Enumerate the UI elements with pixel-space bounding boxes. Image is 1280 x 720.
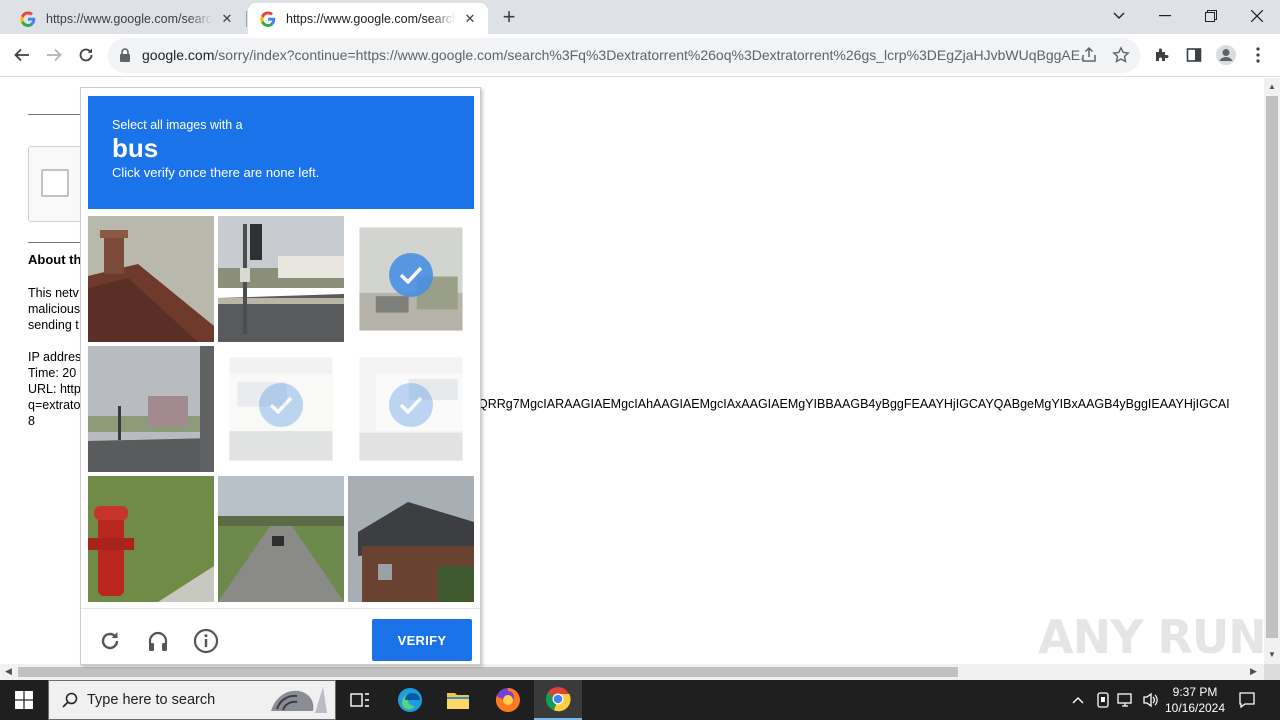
reload-icon[interactable] bbox=[72, 41, 100, 69]
show-hidden-icons-chevron-icon[interactable] bbox=[1066, 680, 1090, 720]
image-grid bbox=[88, 216, 474, 602]
checkmark-icon bbox=[259, 383, 303, 427]
image-tile-bus-1[interactable] bbox=[348, 216, 474, 342]
info-line: IP addres bbox=[28, 350, 82, 364]
help-info-icon[interactable] bbox=[192, 627, 220, 655]
info-line: q=extrato bbox=[28, 398, 81, 412]
scroll-down-arrow-icon[interactable]: ▼ bbox=[1268, 650, 1276, 659]
vertical-scroll-thumb[interactable] bbox=[1266, 96, 1278, 638]
checkmark-icon bbox=[389, 253, 433, 297]
image-tile-house[interactable] bbox=[348, 476, 474, 602]
info-line: sending t bbox=[28, 318, 79, 332]
challenge-footer: VERIFY bbox=[81, 608, 480, 664]
search-highlight-shell-icon bbox=[271, 687, 327, 713]
firefox-icon[interactable] bbox=[484, 680, 532, 720]
scrollbar-corner bbox=[1264, 664, 1280, 680]
scroll-up-arrow-icon[interactable]: ▲ bbox=[1268, 82, 1276, 91]
device-icon[interactable] bbox=[1092, 680, 1114, 720]
reload-challenge-icon[interactable] bbox=[96, 627, 124, 655]
google-icon bbox=[260, 11, 276, 27]
google-icon bbox=[20, 11, 36, 27]
minimize-button[interactable] bbox=[1142, 0, 1188, 32]
tab-search-chevron-icon[interactable] bbox=[1096, 0, 1142, 32]
info-line: This netv bbox=[28, 286, 79, 300]
network-icon[interactable] bbox=[1114, 680, 1138, 720]
scroll-right-arrow-icon[interactable]: ▶ bbox=[1250, 666, 1257, 677]
scroll-left-arrow-icon[interactable]: ◀ bbox=[5, 666, 12, 677]
image-tile-street[interactable] bbox=[88, 346, 214, 472]
about-heading: About th bbox=[28, 252, 82, 267]
checkmark-icon bbox=[389, 383, 433, 427]
browser-tab-1[interactable]: https://www.google.com/search?q=extrator… bbox=[8, 3, 247, 34]
image-tile-traffic-light[interactable] bbox=[218, 216, 344, 342]
recaptcha-widget[interactable] bbox=[28, 146, 88, 222]
divider bbox=[28, 114, 88, 115]
taskbar-clock[interactable]: 9:37 PM 10/16/2024 bbox=[1158, 684, 1232, 716]
tab-close-icon[interactable]: ✕ bbox=[462, 11, 478, 27]
challenge-sub-instruction: Click verify once there are none left. bbox=[112, 165, 320, 180]
divider bbox=[28, 242, 88, 243]
challenge-header: Select all images with a bus Click verif… bbox=[88, 96, 474, 209]
tab-strip: https://www.google.com/search?q=extrator… bbox=[0, 0, 1280, 34]
side-panel-icon[interactable] bbox=[1180, 41, 1208, 69]
windows-logo-icon bbox=[15, 691, 33, 709]
url-text[interactable]: google.com/sorry/index?continue=https://… bbox=[142, 47, 1082, 63]
address-bar[interactable]: google.com/sorry/index?continue=https://… bbox=[108, 38, 1140, 73]
tab-title: https://www.google.com/search?q=extrator… bbox=[46, 11, 213, 26]
windows-taskbar: Type here to search 9:37 PM 10/16/2024 bbox=[0, 680, 1280, 720]
query-string-text: QRRg7MgcIARAAGIAEMgcIAhAAGIAEMgcIAxAAGIA… bbox=[478, 397, 1230, 411]
share-icon[interactable] bbox=[1080, 46, 1098, 64]
clock-time: 9:37 PM bbox=[1172, 685, 1218, 699]
restore-button[interactable] bbox=[1188, 0, 1234, 32]
vertical-scrollbar[interactable]: ▲ ▼ bbox=[1264, 78, 1280, 664]
browser-tab-2[interactable]: https://www.google.com/search?q=extrator… bbox=[248, 3, 488, 34]
image-tile-bus-2[interactable] bbox=[218, 346, 344, 472]
back-arrow-icon[interactable] bbox=[8, 41, 36, 69]
clock-date: 10/16/2024 bbox=[1164, 701, 1226, 715]
notifications-icon[interactable] bbox=[1234, 680, 1260, 720]
edge-browser-icon[interactable] bbox=[386, 680, 434, 720]
image-tile-bus-3[interactable] bbox=[348, 346, 474, 472]
search-placeholder: Type here to search bbox=[87, 692, 216, 708]
anyrun-watermark: ANY RUN bbox=[1038, 610, 1267, 664]
more-menu-icon[interactable] bbox=[1244, 41, 1272, 69]
task-view-icon[interactable] bbox=[336, 680, 384, 720]
profile-avatar-icon[interactable] bbox=[1212, 41, 1240, 69]
image-tile-hydrant[interactable] bbox=[88, 476, 214, 602]
lock-icon[interactable] bbox=[119, 48, 131, 62]
info-line: 8 bbox=[28, 414, 35, 428]
taskbar-search-box[interactable]: Type here to search bbox=[48, 680, 336, 720]
start-button[interactable] bbox=[0, 680, 48, 720]
url-path: /sorry/index?continue=https://www.google… bbox=[214, 47, 1082, 63]
bookmark-star-icon[interactable] bbox=[1112, 46, 1130, 64]
tab-title: https://www.google.com/search?q=extrator… bbox=[286, 11, 456, 26]
recaptcha-challenge-popup: Select all images with a bus Click verif… bbox=[80, 87, 481, 665]
extensions-puzzle-icon[interactable] bbox=[1148, 41, 1176, 69]
challenge-instruction: Select all images with a bbox=[112, 118, 243, 132]
tab-close-icon[interactable]: ✕ bbox=[219, 11, 235, 27]
url-host: google.com bbox=[142, 47, 215, 63]
image-tile-road[interactable] bbox=[218, 476, 344, 602]
challenge-target-word: bus bbox=[112, 133, 159, 163]
chrome-icon[interactable] bbox=[534, 680, 582, 720]
info-line: malicious bbox=[28, 302, 81, 316]
recaptcha-checkbox[interactable] bbox=[41, 169, 69, 197]
audio-challenge-headphones-icon[interactable] bbox=[144, 627, 172, 655]
horizontal-scrollbar[interactable]: ◀ ▶ bbox=[0, 664, 1264, 680]
close-window-button[interactable] bbox=[1234, 0, 1280, 32]
search-icon bbox=[62, 692, 78, 708]
browser-toolbar: google.com/sorry/index?continue=https://… bbox=[0, 34, 1280, 77]
new-tab-button[interactable]: + bbox=[497, 6, 521, 30]
forward-arrow-icon[interactable] bbox=[40, 41, 68, 69]
file-explorer-icon[interactable] bbox=[434, 680, 482, 720]
image-tile-roof[interactable] bbox=[88, 216, 214, 342]
horizontal-scroll-thumb[interactable] bbox=[18, 667, 958, 677]
info-line: URL: http bbox=[28, 382, 81, 396]
info-line: Time: 20 bbox=[28, 366, 77, 380]
verify-button[interactable]: VERIFY bbox=[372, 619, 472, 661]
